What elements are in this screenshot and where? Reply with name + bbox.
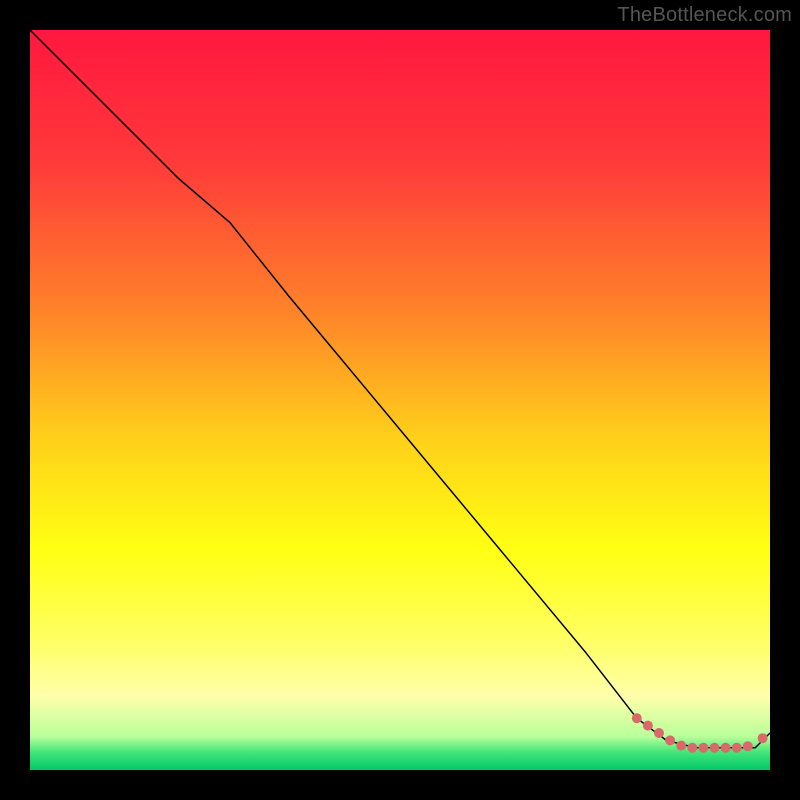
marker-dot (654, 728, 664, 738)
marker-dot (698, 743, 708, 753)
bottleneck-chart (0, 0, 800, 800)
watermark-text: TheBottleneck.com (617, 4, 792, 27)
marker-dot (632, 713, 642, 723)
marker-dot (643, 721, 653, 731)
marker-dot (758, 733, 768, 743)
marker-dot (732, 743, 742, 753)
marker-dot (665, 735, 675, 745)
marker-dot (687, 743, 697, 753)
marker-dot (721, 743, 731, 753)
marker-dot (676, 741, 686, 751)
chart-stage: TheBottleneck.com (0, 0, 800, 800)
marker-dot (710, 743, 720, 753)
marker-dot (743, 741, 753, 751)
